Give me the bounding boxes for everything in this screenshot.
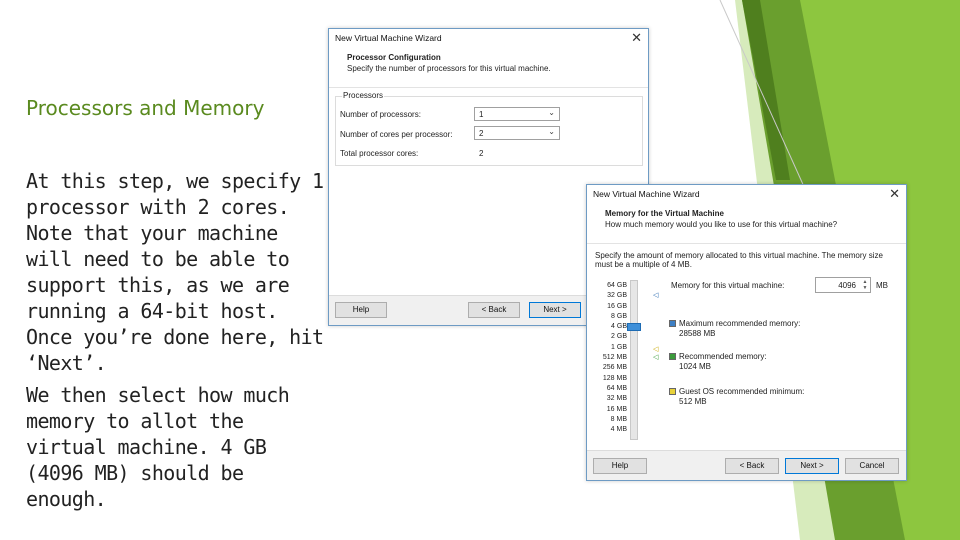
- scale-label: 32 GB: [607, 292, 627, 300]
- dialog-header: Processor Configuration Specify the numb…: [347, 53, 551, 73]
- scale-label: 256 MB: [602, 364, 627, 372]
- memory-scale: 64 GB 32 GB 16 GB 8 GB 4 GB 2 GB 1 GB 51…: [595, 281, 627, 435]
- minimum-marker-icon: ◁: [653, 346, 659, 353]
- dialog-footer: Help < Back Next > Cancel: [587, 450, 906, 480]
- cores-label: Number of cores per processor:: [340, 130, 453, 139]
- scale-label: 2 GB: [611, 333, 627, 341]
- header-separator: [329, 87, 648, 88]
- rec-value: 1024 MB: [679, 362, 712, 371]
- memory-description: Specify the amount of memory allocated t…: [595, 251, 883, 269]
- slide-title: Processors and Memory: [26, 96, 265, 120]
- header-title: Memory for the Virtual Machine: [605, 209, 724, 218]
- next-button[interactable]: Next >: [785, 458, 839, 474]
- num-processors-label: Number of processors:: [340, 110, 421, 119]
- memory-slider-track[interactable]: [630, 280, 638, 440]
- minimum-swatch-icon: [669, 388, 676, 395]
- memory-value: 4096: [838, 281, 856, 290]
- scale-label: 32 MB: [606, 395, 627, 403]
- recommended-marker-icon: ◁: [653, 354, 659, 361]
- num-processors-select[interactable]: 1 ⌄: [474, 107, 560, 121]
- max-marker-icon: ◁: [653, 292, 659, 299]
- scale-label: 128 MB: [602, 374, 627, 382]
- dialog-title: New Virtual Machine Wizard: [593, 189, 700, 199]
- next-button[interactable]: Next >: [529, 302, 581, 318]
- memory-wizard-dialog: New Virtual Machine Wizard ✕ Memory for …: [586, 184, 907, 481]
- body-paragraph-1: At this step, we specify 1 processor wit…: [26, 169, 324, 375]
- recommended-swatch-icon: [669, 353, 676, 360]
- scale-label: 512 MB: [602, 354, 627, 362]
- close-icon[interactable]: ✕: [889, 186, 900, 202]
- num-processors-value: 1: [479, 110, 484, 119]
- cores-value: 2: [479, 129, 484, 138]
- min-value: 512 MB: [679, 397, 707, 406]
- close-icon[interactable]: ✕: [631, 30, 642, 46]
- total-cores-value: 2: [479, 149, 484, 158]
- total-cores-label: Total processor cores:: [340, 149, 419, 158]
- scale-label: 16 MB: [606, 405, 627, 413]
- back-button[interactable]: < Back: [725, 458, 779, 474]
- dialog-header: Memory for the Virtual Machine How much …: [605, 209, 837, 229]
- scale-label: 64 GB: [607, 282, 627, 289]
- processors-group: Processors Number of processors: 1 ⌄ Num…: [335, 91, 643, 166]
- header-subtitle: How much memory would you like to use fo…: [605, 220, 838, 229]
- max-swatch-icon: [669, 320, 676, 327]
- dialog-titlebar: New Virtual Machine Wizard ✕: [329, 29, 648, 47]
- dialog-titlebar: New Virtual Machine Wizard ✕: [587, 185, 906, 203]
- group-label: Processors: [342, 91, 385, 100]
- body-paragraph-2: We then select how much memory to allot …: [26, 383, 290, 511]
- memory-slider-thumb[interactable]: [627, 323, 641, 331]
- max-value: 28588 MB: [679, 329, 716, 338]
- header-subtitle: Specify the number of processors for thi…: [347, 64, 551, 73]
- memory-label: Memory for this virtual machine:: [671, 281, 785, 290]
- min-label: Guest OS recommended minimum:: [679, 387, 805, 396]
- chevron-down-icon: ⌄: [548, 127, 555, 136]
- header-title: Processor Configuration: [347, 53, 441, 62]
- recommended: Recommended memory: 1024 MB: [669, 352, 767, 372]
- scale-label: 1 GB: [611, 343, 627, 351]
- spinner-icon[interactable]: ▲ ▼: [861, 279, 869, 291]
- scale-label: 8 MB: [610, 415, 627, 423]
- rec-label: Recommended memory:: [679, 352, 767, 361]
- memory-input[interactable]: 4096 ▲ ▼: [815, 277, 871, 293]
- cancel-button[interactable]: Cancel: [845, 458, 899, 474]
- chevron-down-icon: ⌄: [548, 108, 555, 117]
- header-separator: [587, 243, 906, 244]
- help-button[interactable]: Help: [593, 458, 647, 474]
- back-button[interactable]: < Back: [468, 302, 520, 318]
- scale-label: 4 GB: [611, 323, 627, 331]
- scale-label: 4 MB: [610, 426, 627, 434]
- max-recommended: Maximum recommended memory: 28588 MB: [669, 319, 800, 339]
- dialog-title: New Virtual Machine Wizard: [335, 33, 442, 43]
- scale-label: 64 MB: [606, 384, 627, 392]
- scale-label: 8 GB: [611, 312, 627, 320]
- memory-unit: MB: [876, 281, 888, 290]
- cores-select[interactable]: 2 ⌄: [474, 126, 560, 140]
- guest-minimum: Guest OS recommended minimum: 512 MB: [669, 387, 804, 407]
- max-label: Maximum recommended memory:: [679, 319, 801, 328]
- help-button[interactable]: Help: [335, 302, 387, 318]
- scale-label: 16 GB: [607, 302, 627, 310]
